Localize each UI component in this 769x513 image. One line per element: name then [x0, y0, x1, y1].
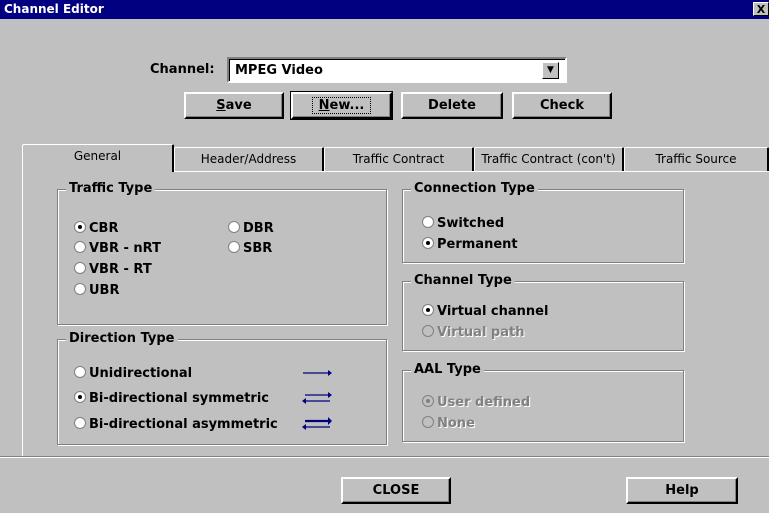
tab-header-address[interactable]: Header/Address [174, 147, 324, 171]
bottom-separator [0, 456, 769, 458]
radio-button [422, 416, 434, 428]
radio-button[interactable] [74, 241, 86, 253]
check-button[interactable]: Check [512, 92, 612, 119]
channel-type-legend: Channel Type [411, 273, 515, 288]
radio-button[interactable] [74, 221, 86, 233]
radio-button[interactable] [422, 304, 434, 316]
close-window-button[interactable]: X [753, 2, 769, 16]
radio-permanent[interactable]: Permanent [422, 237, 518, 253]
help-button[interactable]: Help [626, 477, 738, 504]
title-bar: Channel Editor X [0, 0, 769, 19]
radio-button[interactable] [74, 262, 86, 274]
tab-traffic-contract-cont[interactable]: Traffic Contract (con't) [474, 147, 624, 171]
unidirectional-arrow-icon [303, 370, 332, 376]
radio-bidirectional-symmetric[interactable]: Bi-directional symmetric [74, 391, 269, 407]
radio-switched[interactable]: Switched [422, 216, 504, 232]
tab-traffic-contract[interactable]: Traffic Contract [324, 147, 474, 171]
radio-button[interactable] [74, 283, 86, 295]
radio-ubr[interactable]: UBR [74, 283, 119, 299]
channel-value: MPEG Video [235, 63, 323, 78]
channel-select[interactable]: MPEG Video ▼ [227, 57, 567, 83]
delete-button[interactable]: Delete [401, 92, 503, 119]
radio-button[interactable] [422, 237, 434, 249]
radio-vbr-nrt[interactable]: VBR - nRT [74, 241, 161, 257]
radio-button[interactable] [422, 216, 434, 228]
tab-general[interactable]: General [22, 144, 174, 172]
radio-cbr[interactable]: CBR [74, 221, 118, 237]
radio-button[interactable] [228, 241, 240, 253]
channel-label: Channel: [150, 62, 215, 77]
tab-traffic-source[interactable]: Traffic Source [624, 147, 769, 171]
radio-none: None [422, 416, 475, 432]
radio-virtual-channel[interactable]: Virtual channel [422, 304, 548, 320]
window-title: Channel Editor [4, 2, 104, 16]
asymmetric-arrows-icon [302, 417, 332, 430]
radio-button [422, 325, 434, 337]
radio-button [422, 395, 434, 407]
chevron-down-icon[interactable]: ▼ [542, 62, 559, 79]
connection-type-legend: Connection Type [411, 181, 538, 196]
radio-button[interactable] [228, 221, 240, 233]
radio-vbr-rt[interactable]: VBR - RT [74, 262, 152, 278]
new-button[interactable]: New... [290, 91, 393, 120]
radio-dbr[interactable]: DBR [228, 221, 274, 237]
radio-virtual-path: Virtual path [422, 325, 524, 341]
radio-button[interactable] [74, 391, 86, 403]
direction-type-legend: Direction Type [66, 331, 178, 346]
close-button[interactable]: CLOSE [341, 477, 451, 504]
radio-bidirectional-asymmetric[interactable]: Bi-directional asymmetric [74, 417, 278, 433]
radio-button[interactable] [74, 417, 86, 429]
symmetric-arrows-icon [302, 392, 332, 404]
radio-unidirectional[interactable]: Unidirectional [74, 366, 192, 382]
radio-button[interactable] [74, 366, 86, 378]
save-button[interactable]: Save [184, 92, 284, 119]
radio-user-defined: User defined [422, 395, 530, 411]
radio-sbr[interactable]: SBR [228, 241, 272, 257]
traffic-type-group: Traffic Type [57, 181, 387, 325]
aal-type-legend: AAL Type [411, 362, 484, 377]
traffic-type-legend: Traffic Type [66, 181, 156, 196]
